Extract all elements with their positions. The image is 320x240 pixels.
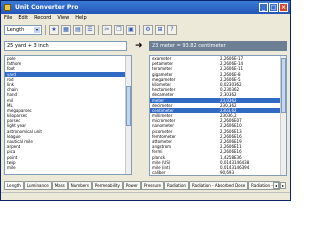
left-scrollbar[interactable] [125, 56, 131, 174]
source-unit-list[interactable]: pole fathom foot yard rod link chain hand mil ML m… [4, 55, 132, 175]
tab-numbers[interactable]: Numbers [67, 181, 92, 190]
expression-input[interactable]: 25 yard + 3 inch [4, 41, 127, 51]
menu-bar: File Edit Record View Help [1, 14, 290, 22]
right-scrollbar[interactable] [280, 56, 286, 175]
category-tabs: Length Luminance Mass Numbers Permeability Po… [4, 181, 287, 190]
toolbar-separator [45, 25, 46, 35]
toolbar: Length ▾ ★ ▦ ▤ ☰ ✂ ❐ ▣ ⚙ ⊞ ? [1, 22, 290, 38]
category-dropdown[interactable]: Length ▾ [4, 25, 42, 35]
menu-help[interactable]: Help [75, 14, 86, 22]
result-display: 23 meter = 93.82 centimeter [149, 41, 287, 51]
list-icon[interactable]: ☰ [85, 25, 95, 35]
help-icon[interactable]: ? [167, 25, 177, 35]
app-icon [4, 4, 11, 11]
options-icon[interactable]: ⚙ [143, 25, 153, 35]
tab-permeability[interactable]: Permeability [91, 181, 123, 190]
favorite-icon[interactable]: ★ [49, 25, 59, 35]
menu-view[interactable]: View [57, 14, 69, 22]
table-alt-icon[interactable]: ▤ [73, 25, 83, 35]
tab-luminance[interactable]: Luminance [23, 181, 52, 190]
copy-icon[interactable]: ❐ [114, 25, 124, 35]
unit-name: caliber [152, 170, 166, 176]
tab-scroll-right-icon[interactable]: ▸ [280, 182, 286, 189]
tab-radiation[interactable]: Radiation [164, 181, 189, 190]
tab-pressure[interactable]: Pressure [140, 181, 165, 190]
table-icon[interactable]: ▦ [61, 25, 71, 35]
category-dropdown-value: Length [7, 27, 25, 33]
chevron-down-icon[interactable]: ▾ [34, 27, 40, 33]
minimize-icon[interactable]: _ [259, 3, 268, 12]
app-window: Unit Converter Pro _ □ × File Edit Recor… [0, 0, 291, 201]
cut-icon[interactable]: ✂ [102, 25, 112, 35]
toolbar-separator [139, 25, 140, 35]
left-scrollbar-thumb[interactable] [126, 86, 131, 126]
list-item[interactable]: caliber 90,693 [150, 170, 286, 175]
tab-power[interactable]: Power [122, 181, 141, 190]
paste-icon[interactable]: ▣ [126, 25, 136, 35]
tab-length[interactable]: Length [4, 181, 24, 190]
tab-mass[interactable]: Mass [51, 181, 68, 190]
menu-file[interactable]: File [4, 14, 12, 22]
title-bar[interactable]: Unit Converter Pro _ □ × [1, 1, 290, 14]
target-unit-list[interactable]: exameter 2,2606E-17 petameter 2,2606E-14 ter… [149, 55, 287, 176]
close-icon[interactable]: × [279, 3, 288, 12]
tab-scroll-left-icon[interactable]: ◂ [273, 182, 279, 189]
unit-value: 90,693 [220, 170, 234, 176]
tab-radiation-absorbed-dose[interactable]: Radiation - Absorbed Dose [188, 181, 249, 190]
menu-edit[interactable]: Edit [18, 14, 28, 22]
right-scrollbar-thumb[interactable] [281, 58, 286, 113]
convert-arrow-icon: ➜ [135, 41, 143, 51]
status-bar [1, 192, 290, 200]
grid-icon[interactable]: ⊞ [155, 25, 165, 35]
window-title: Unit Converter Pro [15, 4, 79, 11]
menu-record[interactable]: Record [34, 14, 51, 22]
toolbar-separator [98, 25, 99, 35]
maximize-icon[interactable]: □ [269, 3, 278, 12]
list-item[interactable]: mile [5, 165, 131, 170]
